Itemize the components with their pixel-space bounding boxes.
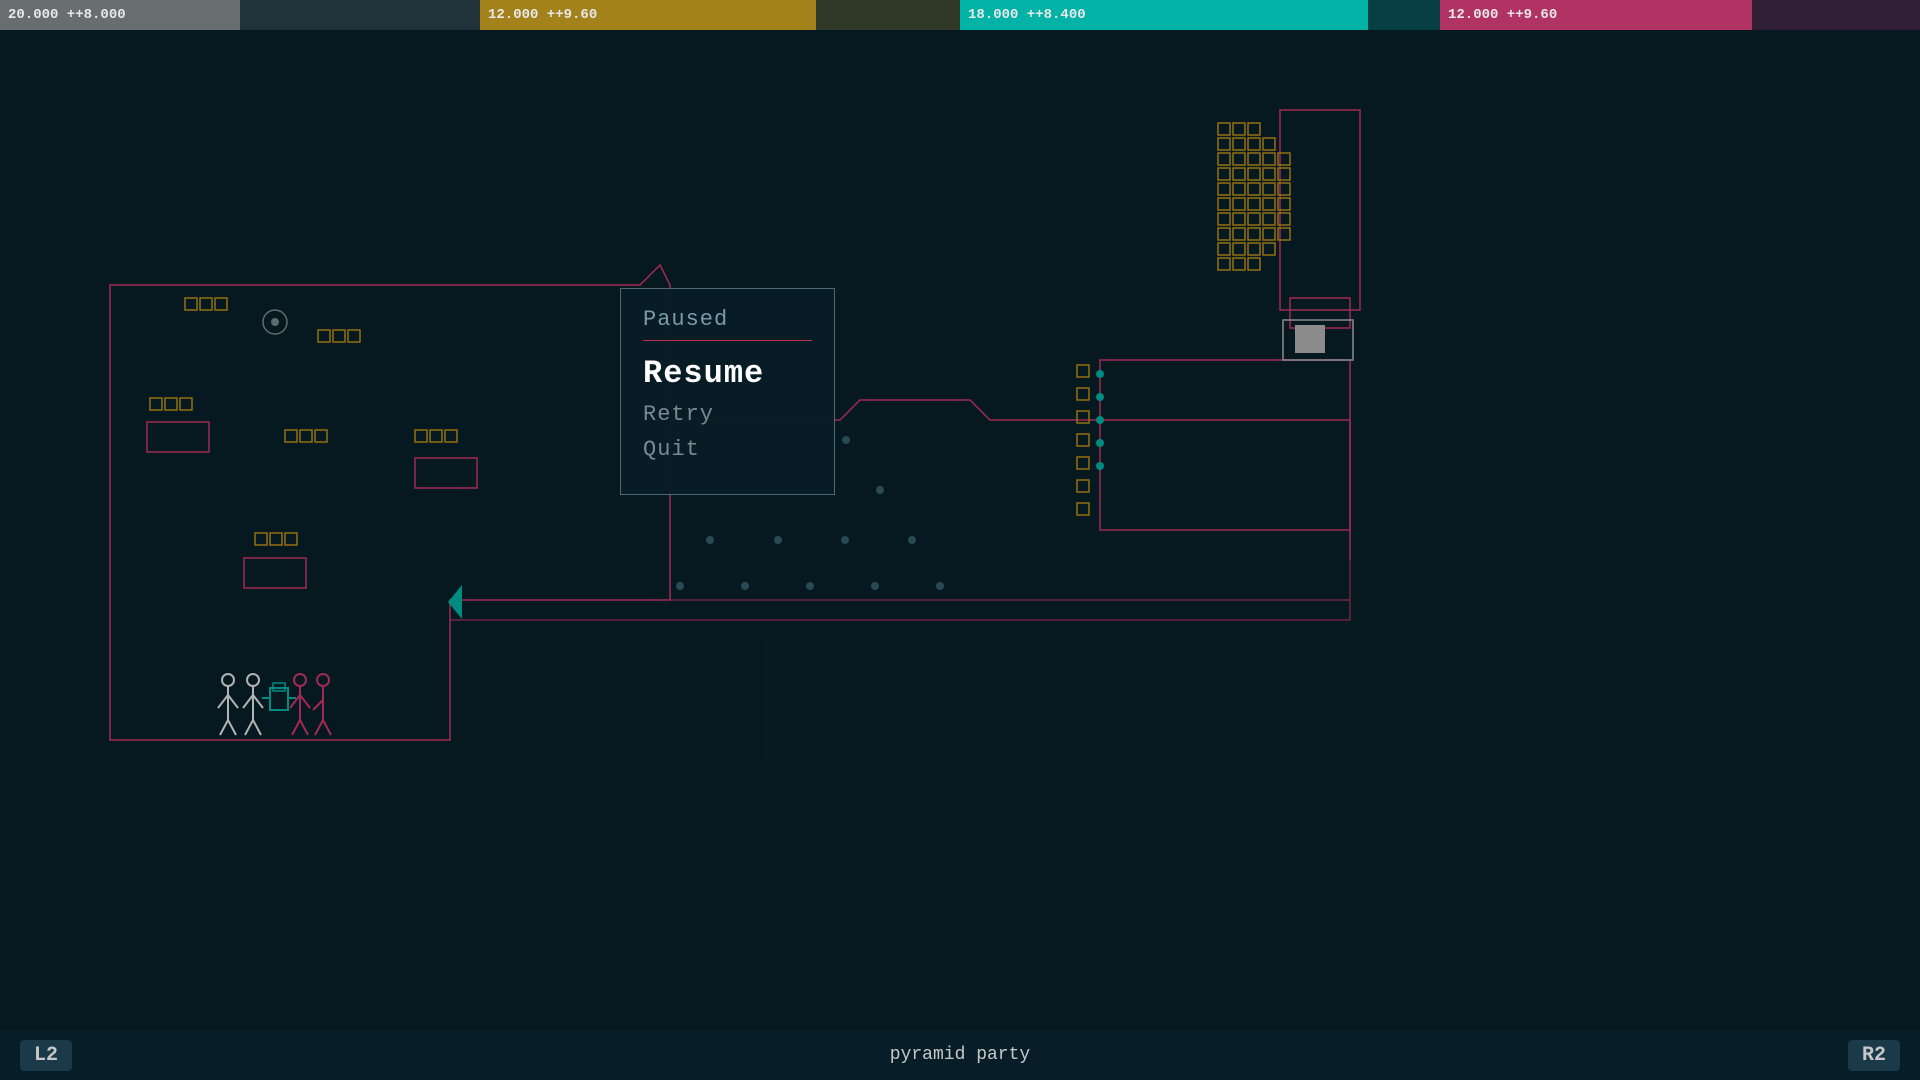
hud-score-3: 18.000 ++8.400 xyxy=(968,7,1086,23)
hud-score-2: 12.000 ++9.60 xyxy=(488,7,597,23)
resume-button[interactable]: Resume xyxy=(643,355,812,392)
quit-button[interactable]: Quit xyxy=(643,437,812,462)
pause-divider xyxy=(643,340,812,341)
hud-score-4: 12.000 ++9.60 xyxy=(1448,7,1557,23)
game-canvas: Paused Resume Retry Quit xyxy=(0,30,1920,1040)
pause-menu: Paused Resume Retry Quit xyxy=(620,288,835,495)
hud-segment-1: 20.000 ++8.000 xyxy=(0,0,480,30)
bottom-bar: L2 pyramid party R2 xyxy=(0,1030,1920,1080)
pause-title: Paused xyxy=(643,307,812,332)
hud-segment-2: 12.000 ++9.60 xyxy=(480,0,960,30)
l2-label[interactable]: L2 xyxy=(20,1040,72,1071)
hud-segment-3: 18.000 ++8.400 xyxy=(960,0,1440,30)
hud-bar: 20.000 ++8.000 12.000 ++9.60 18.000 ++8.… xyxy=(0,0,1920,30)
r2-label[interactable]: R2 xyxy=(1848,1040,1900,1071)
retry-button[interactable]: Retry xyxy=(643,402,812,427)
map-name: pyramid party xyxy=(890,1045,1030,1065)
pause-overlay xyxy=(0,30,1920,1040)
hud-score-1: 20.000 ++8.000 xyxy=(8,7,126,23)
hud-segment-4: 12.000 ++9.60 xyxy=(1440,0,1920,30)
